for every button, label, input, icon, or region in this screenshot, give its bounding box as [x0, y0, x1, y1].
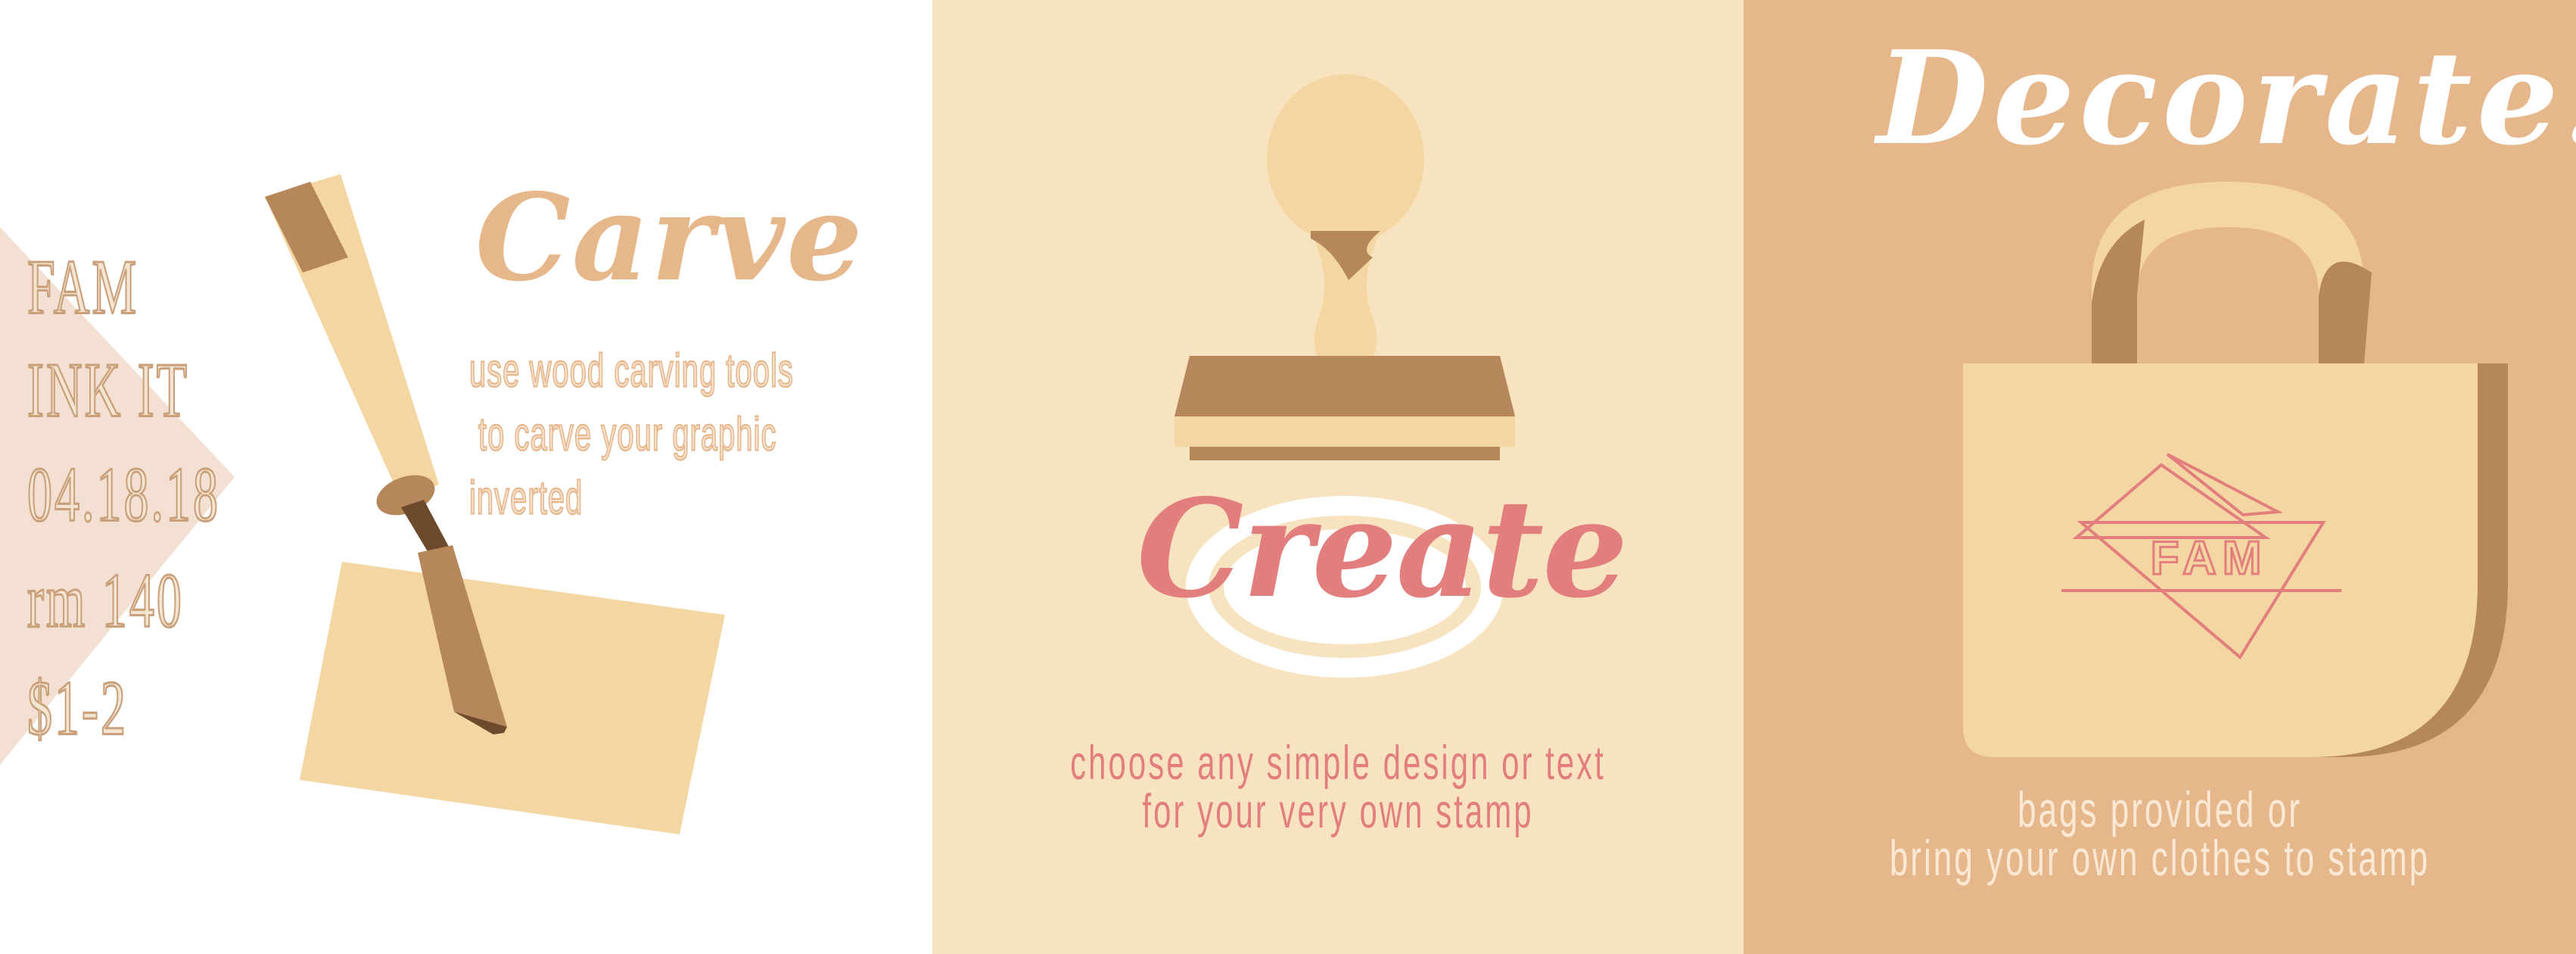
carve-description-line-2: to carve your graphic [478, 408, 777, 462]
decorate-description-line-1: bags provided or [1744, 783, 2576, 839]
event-line-date: 04.18.18 [26, 451, 220, 539]
event-line-name: INK IT [26, 347, 190, 435]
wood-block-icon [300, 562, 725, 834]
carve-title: Carve [475, 168, 864, 308]
create-description-line-1: choose any simple design or text [932, 736, 1744, 790]
carve-description-line-3: inverted [468, 472, 583, 525]
carve-description-line-1: use wood carving tools [468, 344, 794, 398]
bag-logo-text: FAM [2151, 532, 2268, 585]
decorate-panel: Decorate! FAM bags provided or bring you… [1744, 0, 2576, 954]
rubber-stamp-icon [1174, 74, 1515, 460]
decorate-description-text-2: bring your own clothes to stamp [1889, 831, 2431, 887]
create-description-text-2: for your very own stamp [1142, 784, 1534, 838]
carve-panel: FAM INK IT 04.18.18 rm 140 $1-2 Carve us… [0, 0, 932, 954]
create-description-line-2: for your very own stamp [932, 784, 1744, 838]
event-line-room: rm 140 [26, 557, 184, 645]
event-line-org: FAM [26, 244, 139, 332]
create-title: Create [1137, 469, 1629, 628]
create-description-text-1: choose any simple design or text [1070, 736, 1606, 790]
tote-bag-illustration: FAM [1963, 182, 2508, 757]
decorate-title: Decorate! [1877, 23, 2576, 174]
event-line-price: $1-2 [26, 665, 128, 753]
decorate-description-line-2: bring your own clothes to stamp [1744, 831, 2576, 887]
create-panel: Create choose any simple design or text … [932, 0, 1744, 954]
